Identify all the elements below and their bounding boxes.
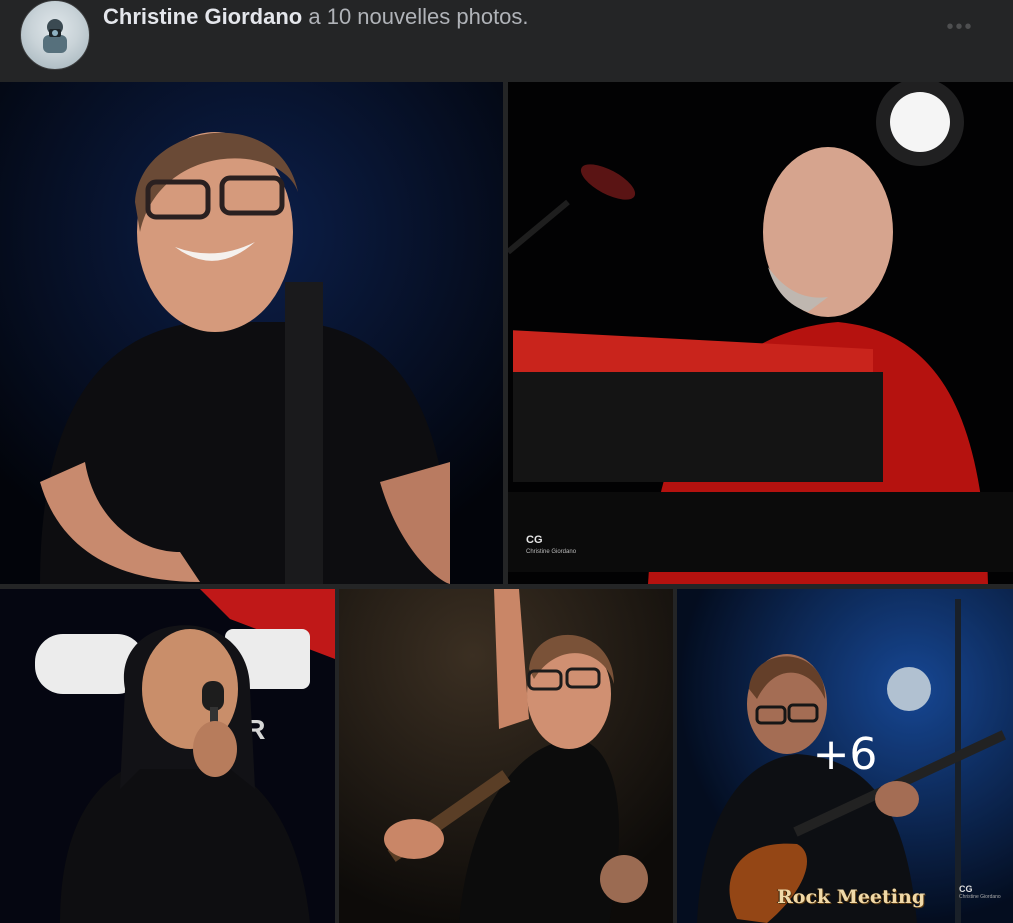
- photo-guitarist-arm-raised[interactable]: [339, 589, 673, 923]
- cg-watermark-logo: CG: [526, 534, 543, 546]
- rock-meeting-logo: Rock Meeting: [777, 886, 926, 908]
- post-header: Christine Giordano a 10 nouvelles photos…: [0, 0, 1013, 80]
- post-timestamp-blurred: [103, 40, 313, 60]
- post-title-line: Christine Giordano a 10 nouvelles photos…: [103, 4, 529, 30]
- photo-singer-microphone[interactable]: UR: [0, 589, 335, 923]
- more-photos-count[interactable]: +6: [677, 589, 1013, 923]
- photo-3-image: UR: [0, 589, 335, 923]
- photo-guitarist-smiling[interactable]: [0, 82, 503, 584]
- cg-watermark: CG Christine Giordano: [526, 534, 576, 558]
- cg-watermark-small-logo: CG: [959, 884, 973, 894]
- cg-watermark-small: CG Christine Giordano: [959, 884, 1001, 900]
- photo-1-image: [0, 82, 503, 584]
- photo-guitarist-playing[interactable]: +6 Rock Meeting CG Christine Giordano: [677, 589, 1013, 923]
- cg-watermark-small-name: Christine Giordano: [959, 894, 1001, 900]
- author-avatar[interactable]: [20, 0, 90, 70]
- photo-4-image: [339, 589, 673, 923]
- more-options-button[interactable]: •••: [940, 16, 980, 40]
- author-name-link[interactable]: Christine Giordano: [103, 4, 302, 29]
- photo-keyboardist-red-shirt[interactable]: CG Christine Giordano: [508, 82, 1013, 584]
- post-action-text: a 10 nouvelles photos.: [302, 4, 529, 29]
- avatar-photographer-icon: [43, 19, 67, 53]
- cg-watermark-name: Christine Giordano: [526, 549, 577, 555]
- photo-2-image: [508, 82, 1013, 584]
